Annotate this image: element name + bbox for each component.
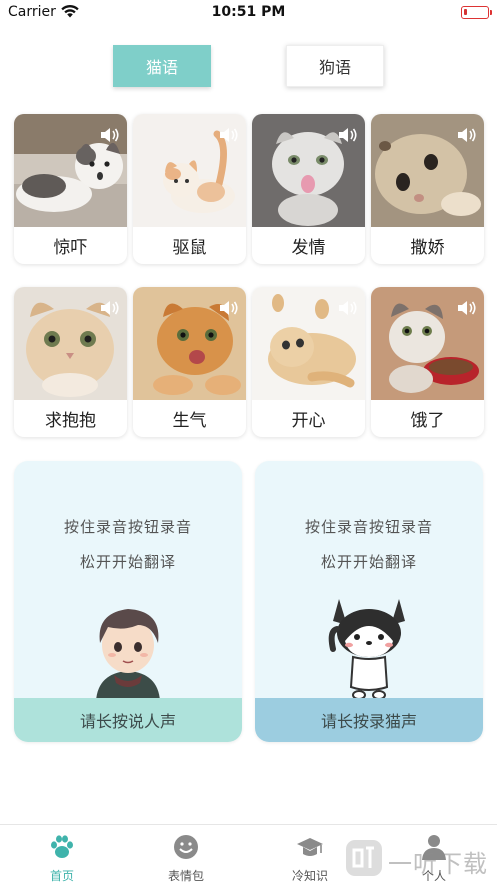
boy-avatar-illustration <box>96 609 160 701</box>
instruction-line: 松开开始翻译 <box>320 553 417 571</box>
sound-card-repel-mice[interactable]: 驱鼠 <box>133 114 246 264</box>
human-voice-panel[interactable]: 按住录音按钮录音 松开开始翻译 请长按说人声 <box>14 461 242 742</box>
sound-label: 惊吓 <box>53 238 88 258</box>
speaker-icon[interactable] <box>456 299 478 317</box>
sound-card-in-heat[interactable]: 发情 <box>252 114 365 264</box>
speaker-icon[interactable] <box>99 299 121 317</box>
status-bar: Carrier 10:51 PM <box>0 0 497 26</box>
sound-card-hungry[interactable]: 饿了 <box>371 287 484 437</box>
sound-card-angry[interactable]: 生气 <box>133 287 246 437</box>
speaker-icon[interactable] <box>99 126 121 144</box>
sound-label: 求抱抱 <box>45 411 96 431</box>
sound-card-scared[interactable]: 惊吓 <box>14 114 127 264</box>
speaker-icon[interactable] <box>218 126 240 144</box>
speaker-icon[interactable] <box>337 126 359 144</box>
sound-label: 驱鼠 <box>172 238 207 258</box>
speaker-icon[interactable] <box>456 126 478 144</box>
tab-label: 首页 <box>49 869 74 883</box>
sound-label: 发情 <box>291 238 326 258</box>
sound-card-want-hug[interactable]: 求抱抱 <box>14 287 127 437</box>
cat-voice-panel[interactable]: 按住录音按钮录音 松开开始翻译 请长按录猫声 <box>255 461 483 742</box>
paw-icon <box>51 835 73 858</box>
tab-home[interactable]: 首页 <box>0 825 124 883</box>
battery-level <box>464 9 467 15</box>
tab-stickers[interactable]: 表情包 <box>124 825 248 883</box>
instruction-line: 按住录音按钮录音 <box>304 518 433 536</box>
clock: 10:51 PM <box>211 4 286 20</box>
graduation-cap-icon <box>297 838 323 856</box>
instruction-line: 按住录音按钮录音 <box>63 518 192 536</box>
sound-label: 生气 <box>172 411 207 431</box>
sound-label: 开心 <box>291 411 326 431</box>
speaker-icon[interactable] <box>337 299 359 317</box>
hold-to-speak-button[interactable]: 请长按说人声 <box>14 698 242 742</box>
sound-label: 撒娇 <box>410 238 445 258</box>
sound-card-happy[interactable]: 开心 <box>252 287 365 437</box>
tab-label: 表情包 <box>167 869 204 883</box>
sound-card-coquettish[interactable]: 撒娇 <box>371 114 484 264</box>
speaker-icon[interactable] <box>218 299 240 317</box>
ting-logo-icon <box>346 840 382 876</box>
watermark: 一听下载 <box>340 836 497 883</box>
watermark-text: 一听下载 <box>388 850 488 878</box>
smiley-icon <box>174 835 198 859</box>
instruction-line: 松开开始翻译 <box>79 553 176 571</box>
tab-cat-language[interactable]: 猫语 <box>113 45 211 87</box>
dog-mascot-illustration <box>328 599 405 700</box>
hold-to-record-cat-button[interactable]: 请长按录猫声 <box>255 698 483 742</box>
tab-dog-language[interactable]: 狗语 <box>286 45 384 87</box>
sound-label: 饿了 <box>410 411 445 431</box>
battery-icon <box>461 6 492 19</box>
